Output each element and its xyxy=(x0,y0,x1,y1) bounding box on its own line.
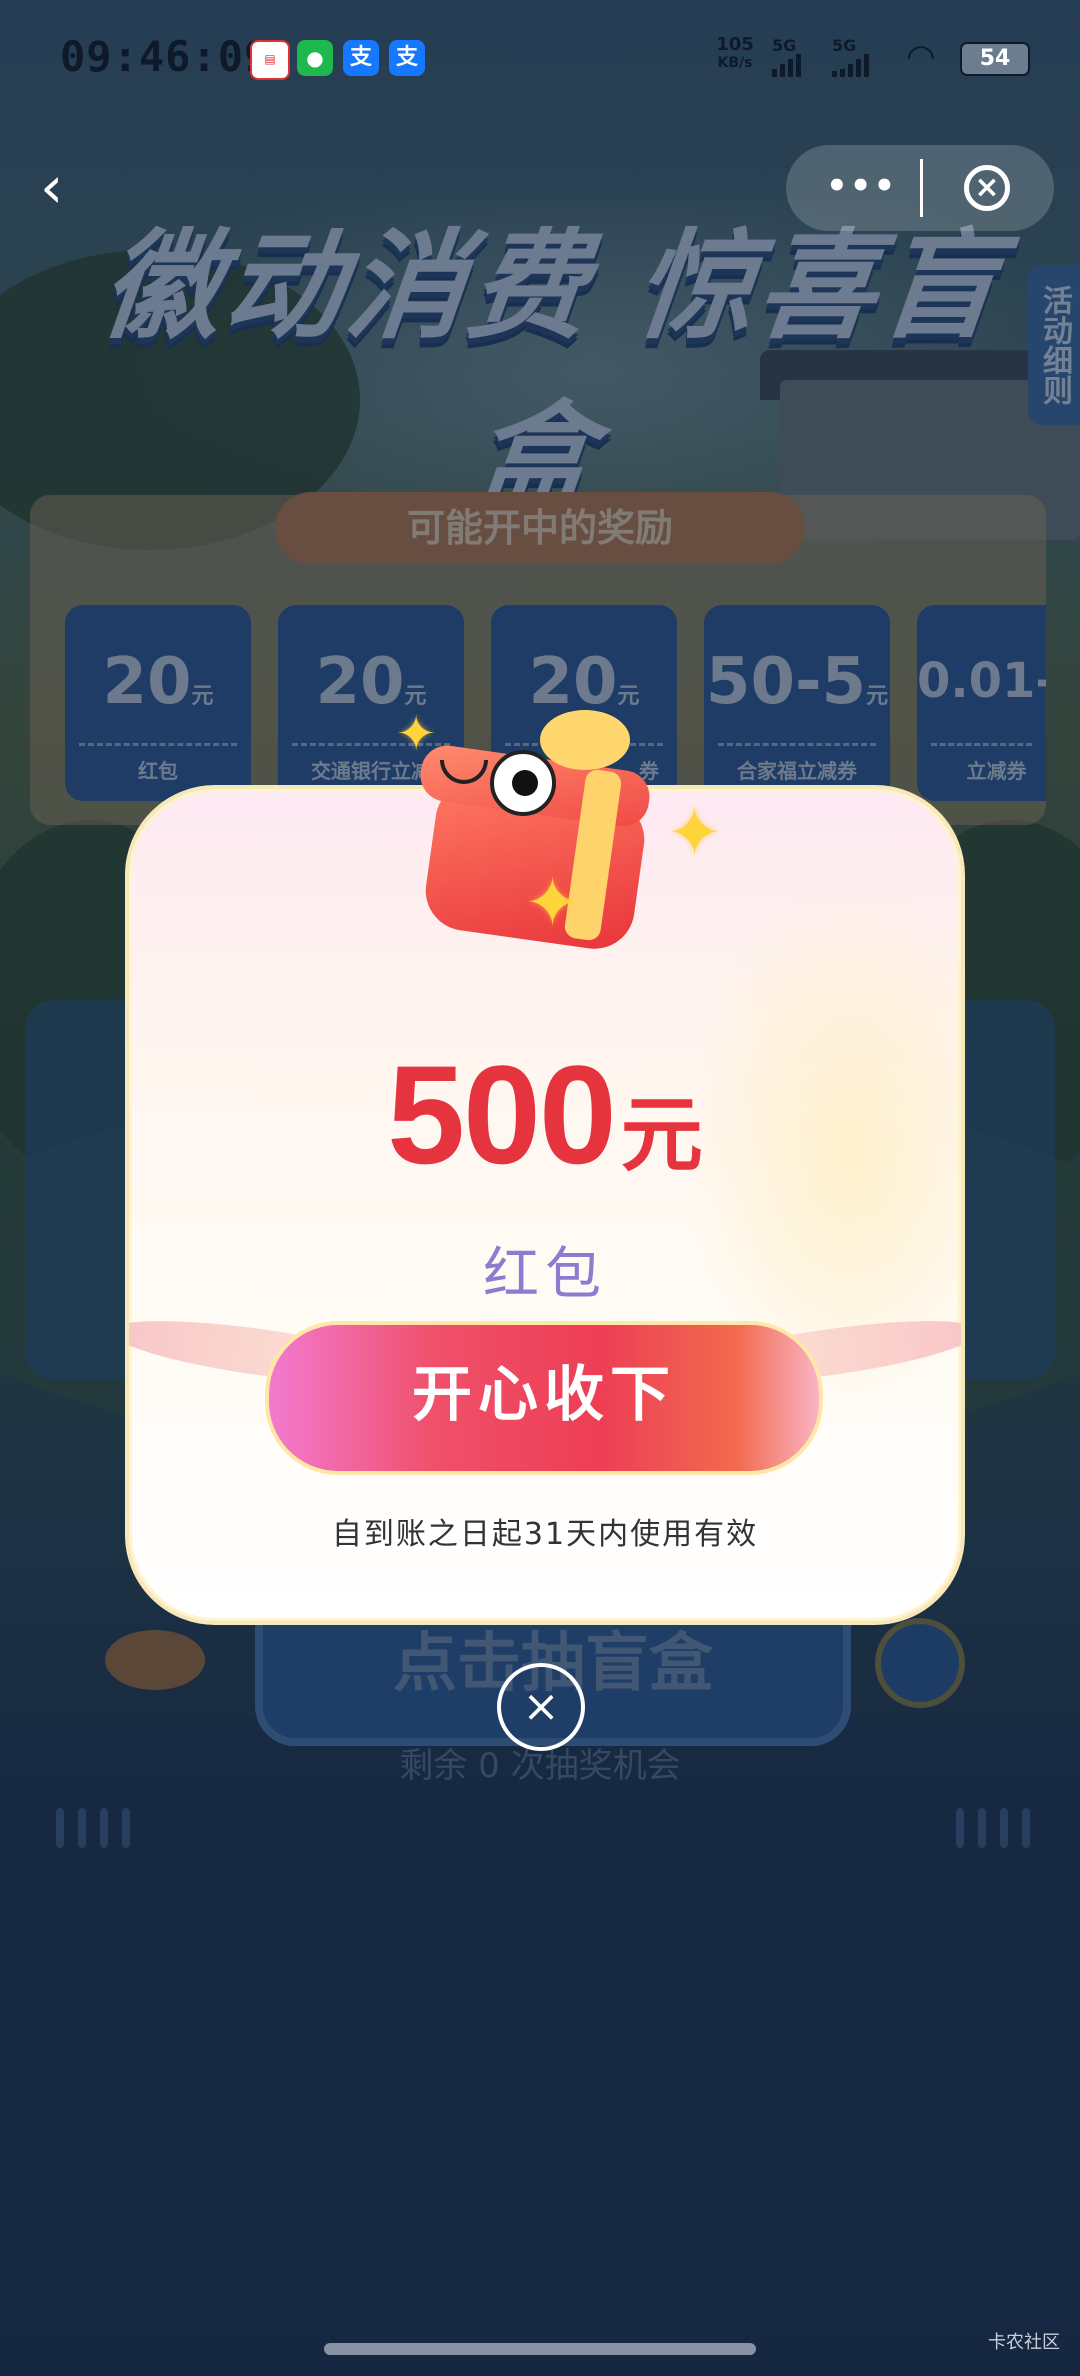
alipay-icon: 支 xyxy=(343,40,379,76)
more-options-button[interactable]: ••• xyxy=(826,169,897,203)
close-miniprogram-button[interactable]: × xyxy=(964,165,1010,211)
prize-amount-unit: 元 xyxy=(620,1088,703,1183)
network-speed-value: 105 xyxy=(716,34,754,55)
wifi-icon: ◠ xyxy=(906,37,936,77)
claim-prize-button[interactable]: 开心收下 xyxy=(265,1321,823,1475)
close-modal-button[interactable]: × xyxy=(497,1663,585,1751)
prize-amount: 500元 xyxy=(129,1034,961,1196)
unionpay-icon: ▤ xyxy=(250,40,290,80)
mascot-pupil xyxy=(512,770,538,796)
prize-type-label: 红包 xyxy=(483,1242,607,1307)
capsule-divider xyxy=(920,159,923,217)
battery-icon: 54 xyxy=(960,42,1030,76)
mascot-eye-right xyxy=(490,750,556,816)
sparkle-star-icon: ✦ xyxy=(524,864,581,943)
network-speed-unit: KB/s xyxy=(717,55,753,71)
signal-bars-1-icon xyxy=(772,54,804,77)
status-time: 09:46:09 xyxy=(60,32,271,81)
prize-amount-value: 500 xyxy=(387,1036,617,1193)
back-button[interactable]: ‹ xyxy=(40,158,90,220)
sparkle-star-icon: ✦ xyxy=(396,706,437,762)
gift-bow xyxy=(540,710,630,770)
home-indicator[interactable] xyxy=(324,2343,756,2355)
signal-label-2: 5G xyxy=(832,36,857,55)
status-indicators: 105 KB/s 5G 5G ◠ 54 xyxy=(710,36,1040,80)
sparkle-star-icon: ✦ xyxy=(666,794,723,873)
wechat-icon: ● xyxy=(297,40,333,76)
network-speed: 105 KB/s xyxy=(710,36,760,72)
signal-bars-2-icon xyxy=(832,54,872,77)
alipay-icon: 支 xyxy=(389,40,425,76)
watermark: 卡农社区 xyxy=(988,2332,1060,2353)
validity-note: 自到账之日起31天内使用有效 xyxy=(331,1517,759,1552)
status-bar: 09:46:09 ▤ ● 支 支 105 KB/s 5G 5G ◠ 54 xyxy=(0,0,1080,120)
miniprogram-capsule: ••• × xyxy=(786,145,1054,231)
signal-label-1: 5G xyxy=(772,36,797,55)
